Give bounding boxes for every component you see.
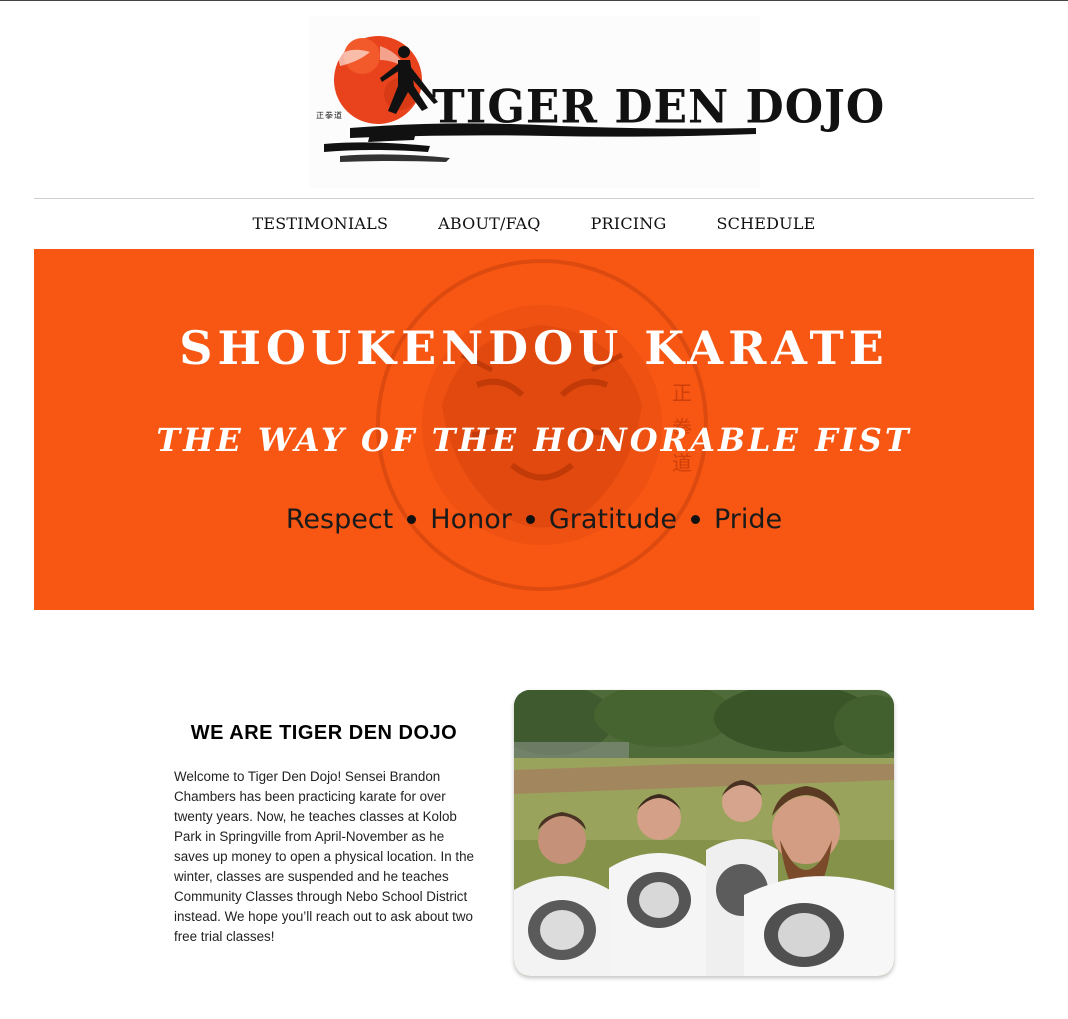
site-logo[interactable]: TIGER DEN DOJO 正拳道 <box>310 16 884 188</box>
value-respect: Respect <box>285 504 394 535</box>
nav-item-pricing[interactable]: PRICING <box>591 214 667 233</box>
nav-item-testimonials[interactable]: TESTIMONIALS <box>252 214 388 233</box>
team-photo-image <box>514 690 894 976</box>
nav-item-about-faq[interactable]: ABOUT/FAQ <box>438 214 540 233</box>
nav-item-schedule[interactable]: SCHEDULE <box>716 214 815 233</box>
bullet-dot <box>407 515 417 524</box>
bullet-dot <box>690 515 700 524</box>
top-border <box>0 0 1068 1</box>
hero-banner: 正 拳 道 SHOUKENDOU KARATE THE WAY OF THE H… <box>34 249 1034 610</box>
about-body: Welcome to Tiger Den Dojo! Sensei Brando… <box>174 769 474 944</box>
logo-kanji: 正拳道 <box>316 111 343 120</box>
value-pride: Pride <box>713 504 783 535</box>
bullet-dot <box>525 515 535 524</box>
hero-subtitle: THE WAY OF THE HONORABLE FIST <box>156 421 912 459</box>
main-nav: TESTIMONIALS ABOUT/FAQ PRICING SCHEDULE <box>34 199 1034 247</box>
team-photo <box>514 690 894 976</box>
core-values: Respect Honor Gratitude Pride <box>34 504 1034 535</box>
hero-title: SHOUKENDOU KARATE <box>179 321 889 375</box>
about-title: WE ARE TIGER DEN DOJO <box>190 722 458 744</box>
logo-wordmark: TIGER DEN DOJO <box>432 80 886 135</box>
value-gratitude: Gratitude <box>548 504 677 535</box>
emblem-kanji-1: 正 <box>672 381 692 405</box>
value-honor: Honor <box>430 504 512 535</box>
